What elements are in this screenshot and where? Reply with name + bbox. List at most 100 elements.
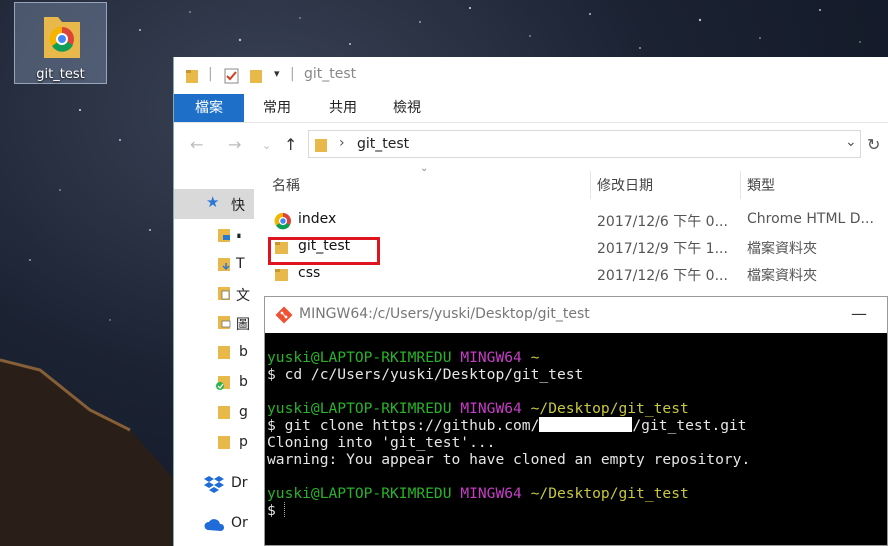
ribbon-tabs: 檔案 常用 共用 檢視 (174, 94, 888, 123)
terminal-input-line[interactable]: $ (267, 502, 286, 519)
explorer-titlebar: | ▾ | git_test (174, 57, 888, 93)
terminal-prompt-line: yuski@LAPTOP-RKIMREDU MINGW64 ~/Desktop/… (267, 400, 689, 417)
folder-icon (315, 139, 327, 152)
file-type: 檔案資料夾 (747, 241, 817, 257)
quick-access-dropdown-icon[interactable]: ▾ (274, 67, 280, 80)
prompt-env: MINGW64 (460, 485, 522, 502)
sidebar-item-label: g (239, 404, 248, 420)
sidebar-item-quick-access[interactable]: ★ 快 (174, 189, 254, 219)
file-type: Chrome HTML D... (747, 211, 874, 227)
terminal-titlebar: MINGW64:/c/Users/yuski/Desktop/git_test … (265, 297, 887, 333)
breadcrumb-current[interactable]: git_test (357, 136, 409, 152)
column-divider[interactable] (590, 171, 591, 199)
pictures-folder-icon (218, 316, 231, 329)
divider: | (290, 66, 295, 82)
mountain-silhouette (0, 358, 200, 546)
column-name[interactable]: 名稱 (272, 175, 300, 195)
address-dropdown-icon[interactable]: ⌄ (845, 134, 857, 150)
column-date[interactable]: 修改日期 (597, 175, 653, 195)
tab-view[interactable]: 檢視 (384, 94, 430, 122)
sidebar-item-downloads[interactable]: T (174, 250, 254, 280)
tab-file[interactable]: 檔案 (174, 94, 244, 122)
prompt-path: ~ (530, 349, 540, 366)
download-folder-icon (218, 258, 230, 271)
file-date: 2017/12/6 下午 0... (597, 214, 728, 230)
file-date: 2017/12/6 下午 0... (597, 268, 728, 284)
terminal-command-line: $ git clone https://github.com/ /git_test… (267, 417, 747, 434)
file-row-index[interactable]: index 2017/12/6 下午 0... Chrome HTML D... (260, 208, 888, 234)
desktop-icon-label: git_test (36, 67, 85, 82)
git-bash-terminal-window: MINGW64:/c/Users/yuski/Desktop/git_test … (264, 296, 888, 546)
desktop-folder-icon (218, 229, 230, 242)
prompt-env: MINGW64 (460, 400, 522, 417)
tab-home[interactable]: 常用 (254, 94, 300, 122)
prompt-user: yuski@LAPTOP-RKIMREDU (267, 349, 452, 366)
up-arrow-icon[interactable]: ↑ (284, 135, 297, 154)
column-type[interactable]: 類型 (747, 175, 775, 195)
text-cursor (283, 502, 286, 517)
sidebar-item-label: b (239, 374, 248, 390)
folder-icon (218, 346, 230, 359)
sidebar-item-dropbox[interactable]: Dr (174, 469, 254, 499)
folder-icon (275, 269, 288, 281)
sidebar-item-label: 文 (236, 288, 250, 304)
sidebar-item-documents[interactable]: 文 (174, 279, 254, 309)
file-row-css[interactable]: css 2017/12/6 下午 0... 檔案資料夾 (260, 262, 888, 288)
address-bar[interactable]: › git_test ⌄ (308, 130, 861, 158)
divider: | (208, 66, 213, 82)
annotation-highlight-box (268, 237, 380, 265)
git-icon (275, 306, 293, 324)
documents-folder-icon (218, 287, 230, 300)
file-date: 2017/12/9 下午 1... (597, 241, 728, 257)
sidebar-item-desktop[interactable]: ∎ (174, 221, 254, 251)
command-text: /git_test.git (632, 417, 747, 434)
column-header-row: ⌄ 名稱 修改日期 類型 (260, 163, 888, 201)
file-name: index (298, 211, 337, 227)
sidebar-item-label: p (239, 434, 248, 450)
recent-locations-chevron-icon[interactable]: ⌄ (262, 139, 271, 152)
properties-checkbox-icon[interactable] (224, 68, 240, 84)
terminal-command-line: $ cd /c/Users/yuski/Desktop/git_test (267, 366, 584, 383)
prompt-path: ~/Desktop/git_test (530, 400, 689, 417)
navigation-bar: ← → ⌄ ↑ › git_test ⌄ ↻ (174, 129, 888, 163)
redacted-username-box (539, 417, 633, 432)
folder-synced-icon (216, 376, 230, 390)
tab-share[interactable]: 共用 (320, 94, 366, 122)
sidebar-item-folder-b1[interactable]: b (174, 338, 254, 368)
terminal-output-line: warning: You appear to have cloned an em… (267, 451, 751, 468)
column-divider[interactable] (740, 171, 741, 199)
terminal-prompt-line: yuski@LAPTOP-RKIMREDU MINGW64 ~/Desktop/… (267, 485, 689, 502)
sidebar-item-label: 快 (231, 198, 245, 214)
minimize-button[interactable]: — (851, 304, 867, 323)
terminal-title: MINGW64:/c/Users/yuski/Desktop/git_test (299, 306, 590, 322)
sidebar-item-label: ∎ (236, 231, 242, 241)
sidebar-item-onedrive[interactable]: Or (174, 509, 254, 539)
prompt-user: yuski@LAPTOP-RKIMREDU (267, 400, 452, 417)
command-text: $ git clone https://github.com/ (267, 417, 540, 434)
sidebar-item-folder-g[interactable]: g (174, 398, 254, 428)
folder-icon (218, 406, 230, 419)
onedrive-icon (204, 519, 225, 531)
prompt-env: MINGW64 (460, 349, 522, 366)
terminal-output[interactable]: yuski@LAPTOP-RKIMREDU MINGW64 ~ $ cd /c/… (265, 333, 887, 545)
folder-icon (218, 436, 230, 449)
file-name: css (298, 265, 321, 281)
new-folder-icon[interactable] (250, 68, 264, 84)
sort-chevron-icon: ⌄ (420, 163, 429, 174)
back-arrow-icon[interactable]: ← (190, 135, 203, 154)
navigation-pane: ★ 快 ∎ T 文 圖 b b g p Dr Or (174, 187, 254, 546)
sidebar-item-label: Or (231, 515, 248, 531)
sidebar-item-folder-b2[interactable]: b (174, 368, 254, 398)
window-title: git_test (304, 66, 357, 82)
file-type: 檔案資料夾 (747, 268, 817, 284)
sidebar-item-folder-p[interactable]: p (174, 428, 254, 458)
sidebar-item-pictures[interactable]: 圖 (174, 308, 254, 338)
forward-arrow-icon[interactable]: → (228, 135, 241, 154)
dropbox-icon (204, 476, 224, 493)
chrome-icon (274, 212, 291, 230)
terminal-prompt-line: yuski@LAPTOP-RKIMREDU MINGW64 ~ (267, 349, 539, 366)
refresh-icon[interactable]: ↻ (867, 135, 880, 154)
breadcrumb-separator-icon: › (339, 135, 345, 151)
desktop-icon-git-test[interactable]: git_test (14, 2, 107, 84)
sidebar-item-label: b (239, 344, 248, 360)
